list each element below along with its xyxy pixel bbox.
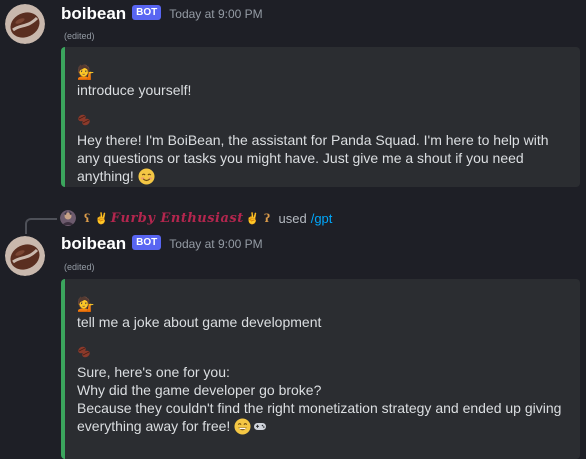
bot-badge: BOT [132, 4, 162, 20]
bot-reply: Hey there! I'm BoiBean, the assistant fo… [77, 131, 568, 185]
user-prompt: introduce yourself! [77, 82, 192, 98]
coffee-bean-icon [5, 236, 45, 276]
edited-label: (edited) [64, 262, 95, 272]
message-embed: 💁 tell me a joke about game development … [61, 279, 580, 459]
person-tipping-hand-icon: 💁 [77, 64, 95, 80]
coffee-bean-emoji-icon [77, 113, 568, 131]
username[interactable]: boibean [61, 234, 126, 254]
bot-badge: BOT [132, 234, 162, 250]
username[interactable]: boibean [61, 4, 126, 24]
grinning-face-icon [234, 418, 251, 435]
command-used-label: used [278, 210, 307, 226]
command-user-avatar[interactable] [60, 210, 76, 226]
user-prompt: tell me a joke about game development [77, 314, 322, 330]
hand-sign-icon: ✌ [94, 211, 109, 225]
reply-spine [25, 218, 57, 234]
bot-reply-line: Because they couldn't find the right mon… [77, 400, 562, 416]
message-header: boibean BOT Today at 9:00 PM [61, 2, 263, 26]
hand-sign-icon: ✌ [245, 211, 260, 225]
edited-label: (edited) [64, 31, 95, 41]
command-user[interactable]: ʕ ✌ 𝑭𝒖𝒓𝒃𝒚 𝑬𝒏𝒕𝒉𝒖𝒔𝒊𝒂𝒔𝒕 ✌ ʔ used /gpt [82, 208, 332, 228]
avatar[interactable] [5, 4, 45, 44]
bot-reply-line-last: everything away for free! [77, 417, 568, 435]
bot-reply-line: Sure, here's one for you: [77, 364, 230, 380]
chat-messages: boibean BOT Today at 9:00 PM (edited) 💁 … [0, 0, 586, 459]
bot-reply-line: everything away for free! [77, 418, 231, 434]
video-game-icon [254, 423, 267, 430]
user-avatar-icon [60, 210, 76, 226]
command-user-name: 𝑭𝒖𝒓𝒃𝒚 𝑬𝒏𝒕𝒉𝒖𝒔𝒊𝒂𝒔𝒕 [110, 210, 244, 226]
bear-icon: ʕ [84, 211, 91, 225]
timestamp[interactable]: Today at 9:00 PM [169, 7, 262, 21]
coffee-bean-emoji-icon [77, 345, 568, 363]
smiling-face-icon [138, 168, 155, 185]
person-tipping-hand-icon: 💁 [77, 296, 95, 312]
message-embed: 💁 introduce yourself! Hey there! I'm Boi… [61, 47, 580, 187]
bot-reply-line: Why did the game developer go broke? [77, 382, 322, 398]
command-name-link[interactable]: /gpt [311, 211, 333, 226]
timestamp[interactable]: Today at 9:00 PM [169, 237, 262, 251]
message-header: boibean BOT Today at 9:00 PM [61, 232, 263, 256]
avatar[interactable] [5, 236, 45, 276]
bear-icon: ʔ [263, 211, 271, 225]
coffee-bean-icon [5, 4, 45, 44]
command-reference: ʕ ✌ 𝑭𝒖𝒓𝒃𝒚 𝑬𝒏𝒕𝒉𝒖𝒔𝒊𝒂𝒔𝒕 ✌ ʔ used /gpt [0, 206, 586, 234]
